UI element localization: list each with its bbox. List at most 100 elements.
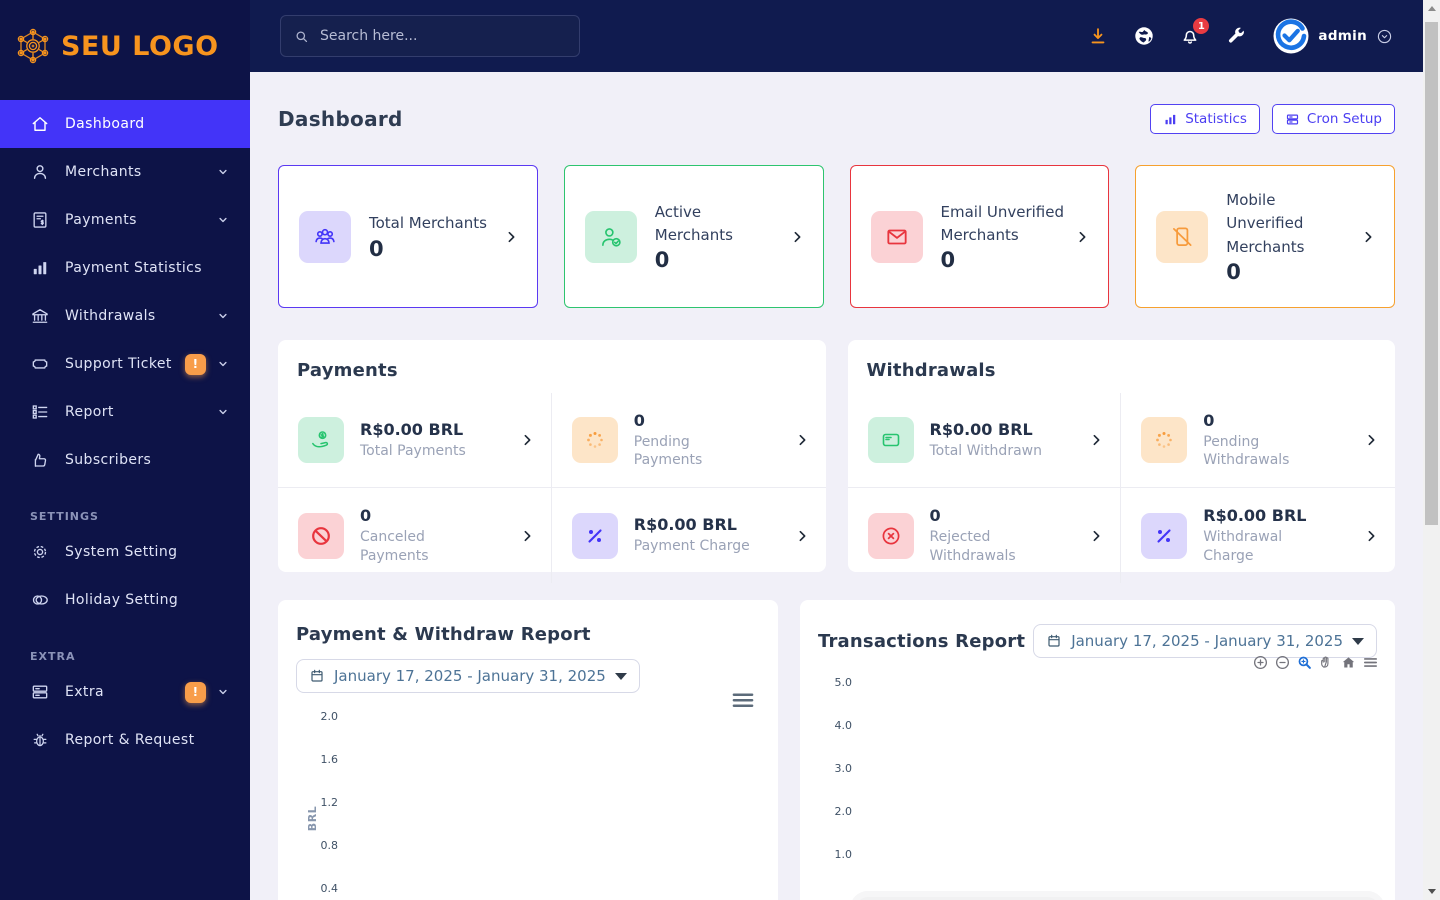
sidebar-item-dashboard[interactable]: Dashboard bbox=[0, 100, 250, 148]
sidebar-item-extra[interactable]: Extra ! bbox=[0, 668, 250, 716]
payment-charge-item[interactable]: R$0.00 BRL Payment Charge bbox=[552, 488, 826, 582]
chart-plot-area bbox=[849, 891, 1385, 900]
sidebar-item-label: Report bbox=[65, 404, 114, 420]
sidebar-item-label: Merchants bbox=[65, 164, 142, 180]
total-withdrawn-item[interactable]: R$0.00 BRL Total Withdrawn bbox=[847, 393, 1122, 489]
pan-icon[interactable] bbox=[1318, 654, 1335, 671]
chevron-right-icon bbox=[794, 432, 810, 448]
scroll-down-button[interactable] bbox=[1423, 883, 1440, 900]
cell-value: R$0.00 BRL bbox=[360, 420, 464, 440]
sidebar-item-label: Payment Statistics bbox=[65, 260, 202, 276]
sidebar-item-system-setting[interactable]: System Setting bbox=[0, 528, 250, 576]
active-merchants-card[interactable]: Active Merchants 0 bbox=[563, 165, 824, 308]
stat-card-label: Active Merchants bbox=[654, 202, 733, 244]
payments-panel: Payments R$0.00 BRL Total Payments 0 Pen… bbox=[278, 340, 826, 583]
chevron-right-icon bbox=[794, 528, 810, 544]
chevron-right-icon bbox=[1074, 229, 1090, 245]
cell-value: 0 bbox=[360, 506, 372, 526]
home-reset-icon[interactable] bbox=[1340, 654, 1357, 671]
pending-withdrawals-item[interactable]: 0 Pending Withdrawals bbox=[1121, 393, 1395, 489]
cell-label: Canceled Payments bbox=[360, 529, 429, 564]
user-menu[interactable]: admin bbox=[1273, 18, 1393, 54]
sidebar-item-withdrawals[interactable]: Withdrawals bbox=[0, 292, 250, 340]
chevron-right-icon bbox=[1363, 432, 1379, 448]
sidebar-item-support-ticket[interactable]: Support Ticket ! bbox=[0, 340, 250, 388]
alert-badge: ! bbox=[185, 353, 206, 375]
zoom-out-icon[interactable] bbox=[1274, 654, 1291, 671]
chevron-down-circle-icon bbox=[1376, 28, 1393, 45]
total-payments-item[interactable]: R$0.00 BRL Total Payments bbox=[278, 393, 552, 489]
sidebar-item-label: Report & Request bbox=[65, 732, 195, 748]
cell-label: Withdrawal Charge bbox=[1203, 529, 1283, 564]
date-range-picker[interactable]: January 17, 2025 - January 31, 2025 bbox=[296, 659, 640, 693]
cell-value: 0 bbox=[929, 506, 941, 526]
y-tick: 3.0 bbox=[834, 762, 852, 775]
x-circle-icon bbox=[867, 512, 914, 559]
sidebar-item-holiday-setting[interactable]: Holiday Setting bbox=[0, 576, 250, 624]
search-box bbox=[280, 15, 580, 57]
download-icon[interactable] bbox=[1087, 25, 1109, 47]
zoom-in-icon[interactable] bbox=[1252, 654, 1269, 671]
percent-icon bbox=[1141, 512, 1188, 559]
invoice-dollar-icon bbox=[30, 210, 50, 230]
chart-menu-icon[interactable] bbox=[1362, 654, 1379, 671]
logo[interactable]: SEU LOGO bbox=[0, 0, 250, 66]
scroll-up-button[interactable] bbox=[1423, 0, 1440, 17]
chevron-down-icon bbox=[216, 213, 230, 227]
globe-icon[interactable] bbox=[1133, 25, 1155, 47]
chart-menu-icon[interactable] bbox=[732, 692, 754, 708]
email-unverified-merchants-card[interactable]: Email Unverified Merchants 0 bbox=[849, 165, 1110, 308]
bell-icon[interactable]: 1 bbox=[1179, 18, 1210, 47]
stat-cards-row: Total Merchants 0 Active Merchants 0 Ema… bbox=[278, 165, 1395, 308]
credit-card-icon bbox=[867, 417, 914, 464]
chevron-right-icon bbox=[1088, 432, 1104, 448]
sidebar-item-label: Holiday Setting bbox=[65, 592, 179, 608]
sidebar-item-payments[interactable]: Payments bbox=[0, 196, 250, 244]
y-axis-label: BRL bbox=[306, 805, 320, 832]
sidebar-item-report-request[interactable]: Report & Request bbox=[0, 716, 250, 764]
vertical-scrollbar[interactable] bbox=[1423, 0, 1440, 900]
rejected-withdrawals-item[interactable]: 0 Rejected Withdrawals bbox=[848, 488, 1122, 583]
scrollbar-thumb[interactable] bbox=[1425, 22, 1438, 525]
y-tick: 0.8 bbox=[320, 839, 339, 852]
page-title: Dashboard bbox=[278, 107, 403, 131]
canceled-payments-item[interactable]: 0 Canceled Payments bbox=[278, 488, 552, 583]
bar-chart-icon bbox=[30, 258, 50, 278]
panels-row: Payments R$0.00 BRL Total Payments 0 Pen… bbox=[278, 340, 1395, 583]
cell-label: Total Payments bbox=[360, 443, 466, 460]
search-input[interactable] bbox=[320, 28, 567, 44]
sidebar-item-subscribers[interactable]: Subscribers bbox=[0, 436, 250, 484]
header-buttons: Statistics Cron Setup bbox=[1150, 104, 1395, 134]
topbar: 1 admin bbox=[250, 0, 1423, 72]
sidebar-item-merchants[interactable]: Merchants bbox=[0, 148, 250, 196]
date-range-label: January 17, 2025 - January 31, 2025 bbox=[1071, 632, 1343, 650]
statistics-button[interactable]: Statistics bbox=[1150, 104, 1260, 134]
server-icon bbox=[30, 682, 50, 702]
date-range-picker[interactable]: January 17, 2025 - January 31, 2025 bbox=[1033, 624, 1377, 658]
sidebar-item-payment-statistics[interactable]: Payment Statistics bbox=[0, 244, 250, 292]
zoom-tool-icon[interactable] bbox=[1296, 654, 1313, 671]
y-tick: 1.6 bbox=[320, 753, 339, 766]
withdrawal-charge-item[interactable]: R$0.00 BRL Withdrawal Charge bbox=[1121, 488, 1395, 582]
mobile-unverified-merchants-card[interactable]: Mobile Unverified Merchants 0 bbox=[1135, 165, 1395, 308]
cell-value: R$0.00 BRL bbox=[1203, 506, 1307, 526]
wrench-icon[interactable] bbox=[1225, 25, 1247, 47]
table-icon bbox=[1285, 112, 1300, 127]
stat-card-value: 0 bbox=[369, 236, 384, 261]
sidebar: SEU LOGO Dashboard Merchants Payments Pa… bbox=[0, 0, 250, 900]
pending-payments-item[interactable]: 0 Pending Payments bbox=[551, 393, 826, 489]
sidebar-item-report[interactable]: Report bbox=[0, 388, 250, 436]
envelope-icon bbox=[870, 210, 923, 263]
list-icon bbox=[30, 402, 50, 422]
transactions-report-card: Transactions Report January 17, 2025 - J… bbox=[799, 600, 1395, 900]
cron-setup-button[interactable]: Cron Setup bbox=[1271, 104, 1395, 134]
payments-panel-title: Payments bbox=[297, 360, 398, 381]
chevron-right-icon bbox=[1360, 229, 1376, 245]
cell-label: Pending Withdrawals bbox=[1203, 434, 1290, 469]
chevron-down-icon bbox=[614, 672, 627, 680]
calendar-icon bbox=[309, 668, 325, 684]
calendar-icon bbox=[1046, 633, 1062, 649]
sidebar-item-label: Support Ticket bbox=[65, 356, 172, 372]
chevron-down-icon bbox=[1352, 637, 1364, 645]
total-merchants-card[interactable]: Total Merchants 0 bbox=[278, 165, 538, 308]
